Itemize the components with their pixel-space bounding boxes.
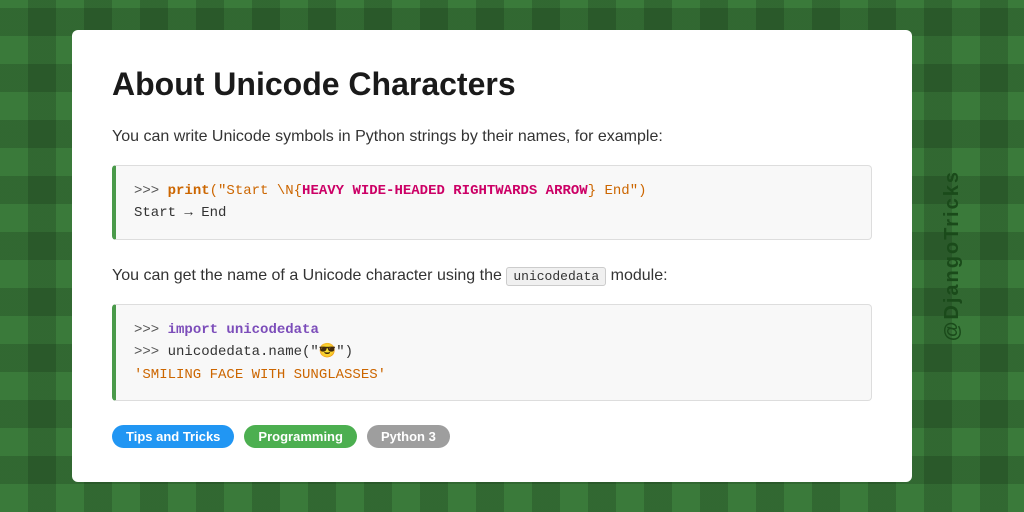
code-string-close: } End") xyxy=(588,183,647,199)
code-unicode-name: HEAVY WIDE-HEADED RIGHTWARDS ARROW xyxy=(302,183,588,199)
main-card: About Unicode Characters You can write U… xyxy=(72,30,912,482)
sidebar-handle: @DjangoTricks xyxy=(941,170,964,341)
page-title: About Unicode Characters xyxy=(112,66,872,103)
code-prompt-2: >>> xyxy=(134,322,168,338)
tag-tips-and-tricks[interactable]: Tips and Tricks xyxy=(112,425,234,448)
code-line-name-call: >>> unicodedata.name("😎") xyxy=(134,341,853,363)
inline-code-unicodedata: unicodedata xyxy=(506,267,606,286)
right-panel: @DjangoTricks xyxy=(912,0,992,512)
code-result-text: 'SMILING FACE WITH SUNGLASSES' xyxy=(134,367,386,383)
paragraph-2-before: You can get the name of a Unicode charac… xyxy=(112,267,506,284)
tag-programming[interactable]: Programming xyxy=(244,425,357,448)
code-string-open: ("Start \N{ xyxy=(210,183,302,199)
code-line-import: >>> import unicodedata xyxy=(134,319,853,341)
code-block-2: >>> import unicodedata >>> unicodedata.n… xyxy=(112,304,872,401)
paragraph-1: You can write Unicode symbols in Python … xyxy=(112,125,872,149)
tag-python3[interactable]: Python 3 xyxy=(367,425,450,448)
code-import-keyword: import xyxy=(168,322,218,338)
code-prompt-1: >>> xyxy=(134,183,168,199)
code-import-module: unicodedata xyxy=(218,322,319,338)
tags-row: Tips and Tricks Programming Python 3 xyxy=(112,425,872,448)
code-prompt-3: >>> xyxy=(134,344,168,360)
paragraph-2-after: module: xyxy=(606,267,667,284)
code-block-1: >>> print("Start \N{HEAVY WIDE-HEADED RI… xyxy=(112,165,872,240)
code-output-text: Start → End xyxy=(134,205,226,221)
code-line-result: 'SMILING FACE WITH SUNGLASSES' xyxy=(134,364,853,386)
code-name-call: unicodedata.name("😎") xyxy=(168,344,353,360)
code-print-keyword: print xyxy=(168,183,210,199)
code-output-line: Start → End xyxy=(134,202,853,224)
paragraph-2: You can get the name of a Unicode charac… xyxy=(112,264,872,288)
code-line-1: >>> print("Start \N{HEAVY WIDE-HEADED RI… xyxy=(134,180,853,202)
